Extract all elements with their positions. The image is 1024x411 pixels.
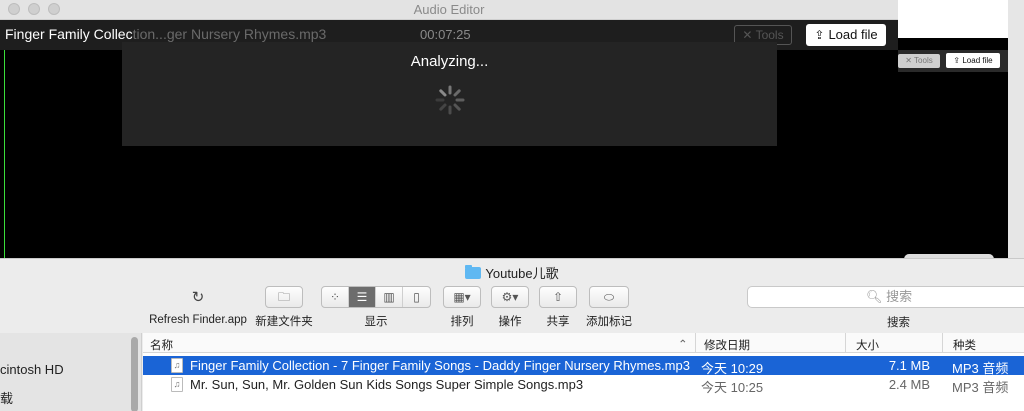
tag-icon[interactable]: ⬭ <box>589 286 629 308</box>
background-load-file-button[interactable]: ⇪ Load file <box>946 53 1000 68</box>
sidebar-item-downloads[interactable]: 载 <box>0 388 13 407</box>
list-view-icon[interactable]: ☰ <box>349 287 376 307</box>
icon-view-icon[interactable]: ⁘ <box>322 287 349 307</box>
load-file-icon: ⇪ <box>953 56 963 65</box>
finder-window: Youtube儿歌 ↻ Refresh Finder.app 🗀 新建文件夹 ⁘… <box>0 258 1024 411</box>
file-size: 2.4 MB <box>888 377 930 392</box>
file-date: 今天 10:25 <box>701 380 764 395</box>
sidebar-scrollbar[interactable] <box>131 337 138 411</box>
editor-titlebar: Audio Editor <box>0 0 898 20</box>
background-window-header <box>890 0 1008 38</box>
finder-sidebar: cintosh HD 载 <box>0 333 142 411</box>
list-header: 名称 ⌃ 修改日期 大小 种类 <box>143 333 1024 353</box>
time-display: 00:07:25 <box>420 27 471 42</box>
playhead[interactable] <box>4 50 5 262</box>
action-item[interactable]: ⚙▾ 操作 <box>488 286 532 329</box>
column-view-icon[interactable]: ▥ <box>376 287 403 307</box>
audio-file-icon: ♫ <box>171 358 183 373</box>
background-tools-button[interactable]: ✕ Tools <box>898 54 940 68</box>
load-file-icon: ⇪ <box>814 28 825 42</box>
background-editor-window: ✕ Tools ⇪ Load file <box>890 0 1024 264</box>
sort-chevron-icon: ⌃ <box>678 339 688 351</box>
refresh-icon: ↻ <box>191 289 205 306</box>
analyzing-overlay: Analyzing... <box>122 42 777 146</box>
tag-item[interactable]: ⬭ 添加标记 <box>584 286 634 329</box>
view-mode-item: ⁘ ☰ ▥ ▯ 显示 <box>320 286 432 329</box>
audio-editor-window: Audio Editor Finger Family Collection...… <box>0 0 898 262</box>
search-icon: 🔍︎ <box>866 289 887 304</box>
column-header-size[interactable]: 大小 <box>856 337 879 353</box>
view-mode-segmented-control[interactable]: ⁘ ☰ ▥ ▯ <box>321 286 431 308</box>
column-divider[interactable] <box>845 333 846 353</box>
finder-title: Youtube儿歌 <box>0 263 1024 282</box>
new-folder-item[interactable]: 🗀 新建文件夹 <box>250 286 318 329</box>
search-label: 搜索 <box>887 317 910 329</box>
sidebar-item-macintosh-hd[interactable]: cintosh HD <box>0 362 64 377</box>
cover-flow-icon[interactable]: ▯ <box>403 287 430 307</box>
folder-icon <box>465 265 482 279</box>
share-icon[interactable]: ⇧ <box>539 286 577 308</box>
file-size: 7.1 MB <box>888 358 930 373</box>
file-kind: MP3 音频 <box>952 380 1009 395</box>
file-name: Mr. Sun, Sun, Mr. Golden Sun Kids Songs … <box>190 377 584 392</box>
gear-icon[interactable]: ⚙▾ <box>491 286 529 308</box>
background-toolbar: ✕ Tools ⇪ Load file <box>890 50 1008 72</box>
column-divider[interactable] <box>942 333 943 353</box>
file-list: 名称 ⌃ 修改日期 大小 种类 ♫ Finger Family Collecti… <box>143 333 1024 411</box>
audio-file-icon: ♫ <box>171 377 183 392</box>
tools-icon: ✕ <box>742 28 756 42</box>
column-header-date[interactable]: 修改日期 <box>704 337 750 353</box>
spinner-icon <box>435 85 465 115</box>
tools-icon: ✕ <box>905 56 915 65</box>
column-header-name[interactable]: 名称 <box>150 337 173 353</box>
file-name-label: Finger Family Collection...ger Nursery R… <box>5 26 327 42</box>
refresh-finder-item[interactable]: ↻ Refresh Finder.app <box>146 289 250 326</box>
column-header-kind[interactable]: 种类 <box>953 337 976 353</box>
window-title: Audio Editor <box>413 2 485 17</box>
column-divider[interactable] <box>695 333 696 353</box>
load-file-button[interactable]: ⇪ Load file <box>806 24 886 46</box>
arrange-item[interactable]: ▦▾ 排列 <box>440 286 484 329</box>
search-input[interactable]: 🔍︎ 搜索 <box>747 286 1024 308</box>
table-row[interactable]: ♫ Finger Family Collection - 7 Finger Fa… <box>143 356 1024 376</box>
share-item[interactable]: ⇧ 共享 <box>536 286 580 329</box>
new-folder-icon[interactable]: 🗀 <box>265 286 303 308</box>
table-row[interactable]: ♫ Mr. Sun, Sun, Mr. Golden Sun Kids Song… <box>143 375 1024 395</box>
file-name: Finger Family Collection - 7 Finger Fami… <box>190 358 690 373</box>
arrange-icon[interactable]: ▦▾ <box>443 286 481 308</box>
background-scrollbar <box>1008 0 1024 262</box>
analyzing-text: Analyzing... <box>410 53 489 70</box>
